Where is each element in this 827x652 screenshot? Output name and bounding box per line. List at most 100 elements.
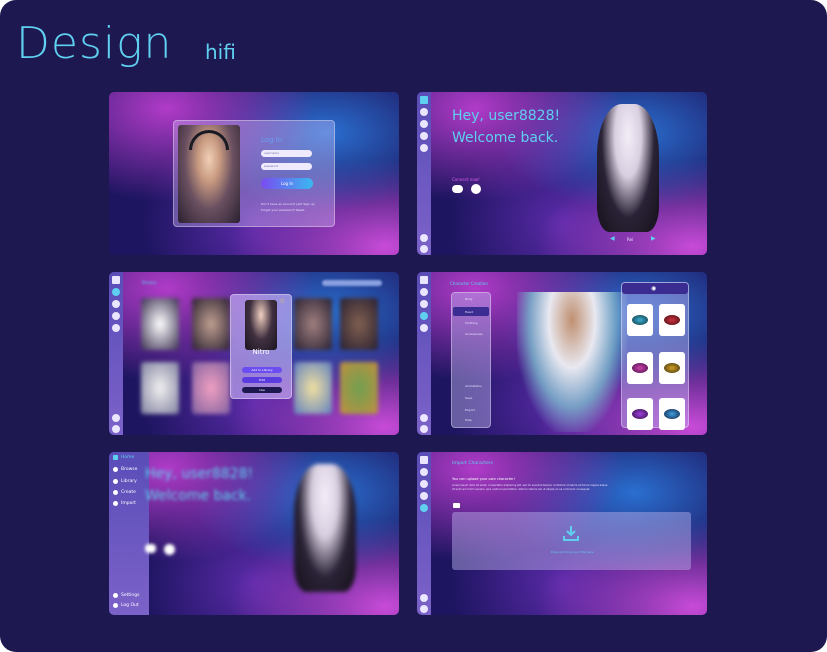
heart-icon (113, 479, 118, 484)
gear-icon[interactable] (420, 414, 428, 422)
character-tile[interactable] (340, 298, 378, 350)
nav-rail (417, 272, 431, 435)
popup-character-name: Nitro (252, 348, 270, 356)
user-icon (113, 603, 118, 608)
character-tile[interactable] (294, 298, 332, 350)
use-button[interactable]: Use (242, 387, 282, 393)
character-tile[interactable] (141, 362, 179, 414)
page-title: Design (16, 18, 173, 69)
sidebar-item-library[interactable]: Library (113, 479, 137, 484)
gear-icon[interactable] (420, 594, 428, 602)
video-icon[interactable] (471, 184, 481, 194)
user-icon[interactable] (420, 245, 428, 253)
eye-option[interactable] (659, 398, 685, 430)
menu-help[interactable]: Help (465, 418, 472, 422)
character-tile[interactable] (294, 362, 332, 414)
plus-icon (113, 490, 118, 495)
connect-label: Connect now! (452, 177, 480, 182)
cloud-icon[interactable] (420, 324, 428, 332)
search-bar[interactable] (322, 280, 382, 286)
home-icon[interactable] (420, 456, 428, 464)
menu-body[interactable]: Body (465, 297, 473, 301)
login-button[interactable]: Log In (261, 178, 313, 189)
discord-icon[interactable] (452, 185, 463, 193)
import-heading: Import Characters (452, 461, 493, 466)
sidebar-item-label: Library (121, 479, 137, 484)
home-screen: Hey, user8828! Welcome back. Connect now… (417, 92, 707, 255)
import-body-line-1: Lorem ipsum dolor sit amet, consectetur … (452, 484, 609, 487)
search-icon[interactable] (420, 468, 428, 476)
plus-icon[interactable] (112, 312, 120, 320)
character-tile[interactable] (192, 298, 230, 350)
home-icon[interactable] (420, 276, 428, 284)
edit-button[interactable]: Edit (242, 377, 282, 383)
user-icon[interactable] (112, 425, 120, 433)
cloud-icon[interactable] (112, 324, 120, 332)
cloud-icon[interactable] (420, 144, 428, 152)
browse-heading: Browse (142, 280, 157, 285)
eye-option[interactable] (659, 304, 685, 336)
sidebar-item-create[interactable]: Create (113, 490, 136, 495)
menu-save[interactable]: Save (465, 396, 472, 400)
search-icon[interactable] (420, 288, 428, 296)
character-tile[interactable] (192, 362, 230, 414)
eye-option[interactable] (627, 398, 653, 430)
password-field[interactable]: password (261, 163, 312, 170)
eye-tab-icon[interactable]: ◉ (651, 285, 656, 292)
creation-screen: Character Creation Body Head Clothing Ac… (417, 272, 707, 435)
nav-rail (417, 92, 431, 255)
star-icon[interactable]: ☆ (279, 297, 285, 305)
menu-head[interactable]: Head (465, 310, 473, 314)
plus-icon[interactable] (420, 312, 428, 320)
sidebar-item-settings[interactable]: Settings (113, 593, 139, 598)
sidebar-item-home[interactable]: Home (113, 455, 134, 460)
user-icon[interactable] (420, 425, 428, 433)
username-field[interactable]: username (261, 150, 312, 157)
reset-link[interactable]: Forgot your password? Reset (261, 208, 304, 212)
heart-icon[interactable] (420, 480, 428, 488)
heart-icon[interactable] (112, 300, 120, 308)
gear-icon[interactable] (420, 234, 428, 242)
user-icon[interactable] (420, 605, 428, 613)
gear-icon[interactable] (112, 414, 120, 422)
eye-option[interactable] (627, 304, 653, 336)
menu-accessories[interactable]: Accessories (465, 332, 483, 336)
sidebar-item-logout[interactable]: Log Out (113, 603, 139, 608)
sidebar-item-label: Browse (121, 467, 138, 472)
sidebar-expanded-screen: Home Browse Library Create Import Settin… (109, 452, 399, 615)
menu-animations[interactable]: Animations (465, 384, 482, 388)
add-to-library-button[interactable]: Add to Library (242, 367, 282, 373)
discord-icon (145, 544, 156, 553)
cloud-icon[interactable] (420, 504, 428, 512)
eye-option[interactable] (659, 352, 685, 384)
home-icon[interactable] (112, 276, 120, 284)
heart-icon[interactable] (420, 300, 428, 308)
character-name: Rei (627, 237, 634, 242)
character-model (597, 104, 659, 232)
folder-icon (453, 503, 460, 508)
menu-clothing[interactable]: Clothing (465, 321, 477, 325)
login-screen: Log In username password Log In Don't ha… (109, 92, 399, 255)
video-icon (164, 544, 175, 555)
next-character-arrow[interactable]: ▶ (651, 235, 656, 242)
plus-icon[interactable] (420, 132, 428, 140)
sidebar-item-import[interactable]: Import (113, 501, 136, 506)
heart-icon[interactable] (420, 120, 428, 128)
drop-label: Drag and drop your file here (550, 550, 594, 554)
home-icon[interactable] (420, 96, 428, 104)
prev-character-arrow[interactable]: ◀ (610, 235, 615, 242)
gear-icon (113, 593, 118, 598)
signup-link[interactable]: Don't have an account yet? Sign up (261, 202, 315, 206)
eye-option[interactable] (627, 352, 653, 384)
greeting-line-1: Hey, user8828! (452, 108, 561, 124)
design-board: Design hifi Log In username password Log… (0, 0, 827, 652)
menu-export[interactable]: Export (465, 408, 475, 412)
character-tile[interactable] (340, 362, 378, 414)
character-model (294, 464, 356, 592)
greeting-line-1: Hey, user8828! (145, 466, 254, 482)
character-tile[interactable] (141, 298, 179, 350)
plus-icon[interactable] (420, 492, 428, 500)
sidebar-item-browse[interactable]: Browse (113, 467, 137, 472)
search-icon[interactable] (420, 108, 428, 116)
search-icon[interactable] (112, 288, 120, 296)
